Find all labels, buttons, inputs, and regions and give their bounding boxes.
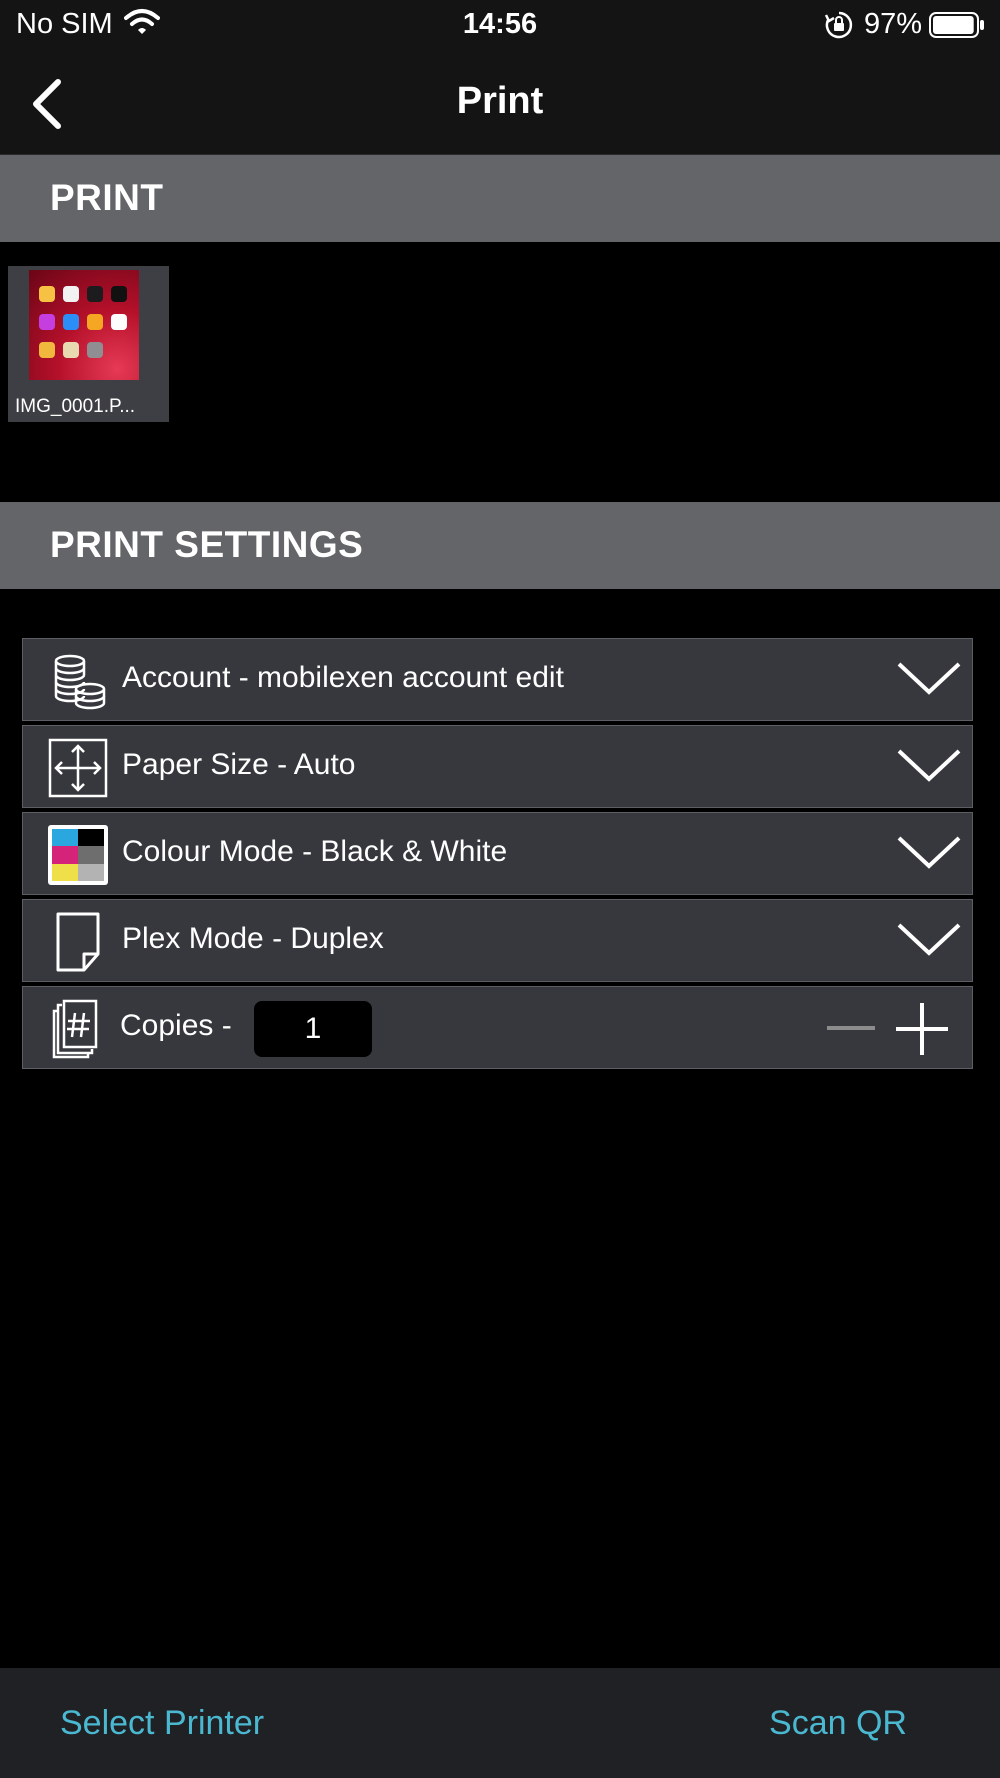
print-settings-section-title: PRINT SETTINGS	[50, 524, 364, 565]
file-name: IMG_0001.P...	[15, 396, 136, 417]
chevron-down-icon[interactable]	[896, 659, 962, 699]
battery-icon	[929, 12, 985, 43]
chevron-down-icon[interactable]	[896, 833, 962, 873]
page-title: Print	[456, 80, 544, 122]
colour-palette-icon	[48, 825, 108, 885]
account-setting[interactable]: Account - mobilexen account edit	[22, 638, 973, 721]
status-bar: No SIM 14:56 97%	[0, 0, 1000, 52]
paper-size-label: Paper Size - Auto	[122, 748, 356, 781]
rotation-lock-icon	[824, 10, 854, 45]
decrement-button[interactable]	[823, 1005, 879, 1051]
print-section-header: PRINT	[0, 155, 1000, 242]
copies-input[interactable]: 1	[254, 1001, 372, 1057]
print-settings-section-header: PRINT SETTINGS	[0, 502, 1000, 589]
colour-mode-setting[interactable]: Colour Mode - Black & White	[22, 812, 973, 895]
file-preview-image	[29, 270, 139, 380]
file-thumbnail[interactable]: IMG_0001.P...	[8, 266, 169, 422]
plex-mode-label: Plex Mode - Duplex	[122, 922, 384, 955]
plus-icon	[896, 1003, 948, 1055]
bottom-toolbar: Select Printer Scan QR	[0, 1668, 1000, 1778]
chevron-down-icon[interactable]	[896, 746, 962, 786]
copies-setting: Copies - 1	[22, 986, 973, 1069]
navigation-bar: Print	[0, 52, 1000, 155]
increment-button[interactable]	[894, 1001, 950, 1057]
minus-icon	[827, 1026, 875, 1030]
coins-icon	[48, 651, 108, 711]
page-icon	[48, 912, 108, 972]
select-printer-button[interactable]: Select Printer	[60, 1704, 264, 1743]
copies-label: Copies -	[120, 1009, 232, 1042]
plex-mode-setting[interactable]: Plex Mode - Duplex	[22, 899, 973, 982]
resize-arrows-icon	[48, 738, 108, 798]
print-section-title: PRINT	[50, 177, 164, 218]
chevron-down-icon[interactable]	[896, 920, 962, 960]
copies-icon	[48, 999, 108, 1059]
scan-qr-button[interactable]: Scan QR	[769, 1704, 907, 1743]
account-label: Account - mobilexen account edit	[122, 661, 564, 694]
paper-size-setting[interactable]: Paper Size - Auto	[22, 725, 973, 808]
colour-mode-label: Colour Mode - Black & White	[122, 835, 508, 868]
battery-percent: 97%	[864, 8, 923, 40]
